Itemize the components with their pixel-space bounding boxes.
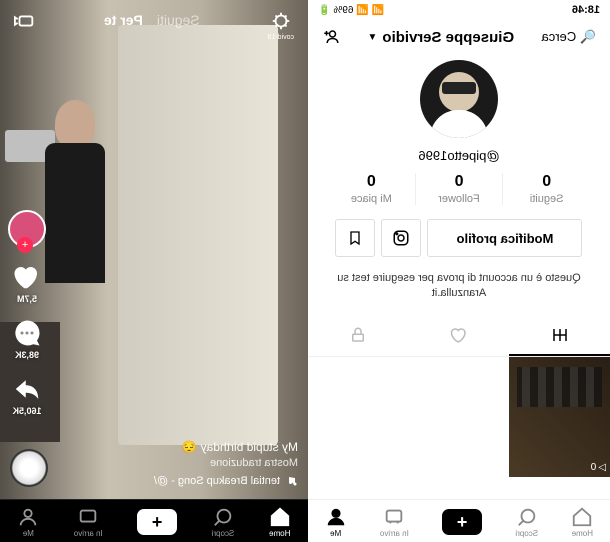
status-time: 18:46 [572, 4, 600, 16]
video-caption: My stupid birthday 😔 [65, 440, 298, 454]
feed-tab-foryou[interactable]: Per te [104, 12, 143, 28]
bookmark-button[interactable] [336, 219, 376, 257]
nav-home[interactable]: Home [571, 506, 593, 538]
music-disc[interactable] [10, 449, 48, 487]
edit-profile-button[interactable]: Modifica profilo [428, 219, 583, 257]
nav-me[interactable]: Me [17, 506, 39, 538]
creator-avatar[interactable]: + [8, 210, 46, 248]
comment-button[interactable]: 98,3K [12, 318, 42, 360]
instagram-button[interactable] [382, 219, 422, 257]
avatar[interactable] [420, 60, 498, 138]
tab-private[interactable] [308, 316, 409, 356]
status-bar: 18:46 📶📶69%🔋 [308, 0, 610, 20]
profile-name: Giuseppe Servidio [382, 29, 514, 46]
stat-followers[interactable]: 0 Follower [415, 173, 503, 205]
nav-me[interactable]: Me [325, 506, 347, 538]
view-count: ▷ 0 [591, 462, 606, 473]
like-button[interactable]: 5,7M [12, 262, 42, 304]
stat-following[interactable]: 0 Seguiti [502, 173, 590, 205]
profile-name-dropdown[interactable]: Giuseppe Servidio ▼ [367, 29, 514, 46]
follow-plus-icon[interactable]: + [17, 237, 33, 253]
bio-text: Questo è un account di prova per eseguir… [308, 257, 610, 316]
nav-create[interactable]: + [442, 509, 482, 535]
tab-liked[interactable] [409, 316, 510, 356]
stat-likes[interactable]: 0 Mi piace [328, 173, 415, 205]
nav-inbox[interactable]: In arrivo [380, 506, 409, 538]
tab-videos[interactable] [509, 316, 610, 356]
music-info[interactable]: tential Breakup Song - @/ [65, 475, 298, 487]
add-person-button[interactable] [322, 28, 340, 46]
nav-discover[interactable]: Scopri [212, 506, 235, 538]
nav-inbox[interactable]: In arrivo [74, 506, 103, 538]
username-handle: @pipetto1996 [308, 144, 610, 173]
share-button[interactable]: 160,5K [12, 374, 42, 416]
search-button[interactable]: 🔍 Cerca [542, 29, 597, 45]
live-button[interactable] [14, 10, 36, 37]
nav-home[interactable]: Home [269, 506, 291, 538]
covid-info-button[interactable]: covid-19 [268, 10, 294, 41]
feed-tab-following[interactable]: Seguiti [157, 12, 200, 28]
video-thumbnail[interactable]: ▷ 0 [509, 357, 610, 477]
status-icons: 📶📶69%🔋 [318, 5, 384, 16]
translate-button[interactable]: Mostra traduzione [65, 457, 298, 469]
nav-create[interactable]: + [137, 509, 177, 535]
nav-discover[interactable]: Scopri [515, 506, 538, 538]
chevron-down-icon: ▼ [367, 32, 377, 43]
